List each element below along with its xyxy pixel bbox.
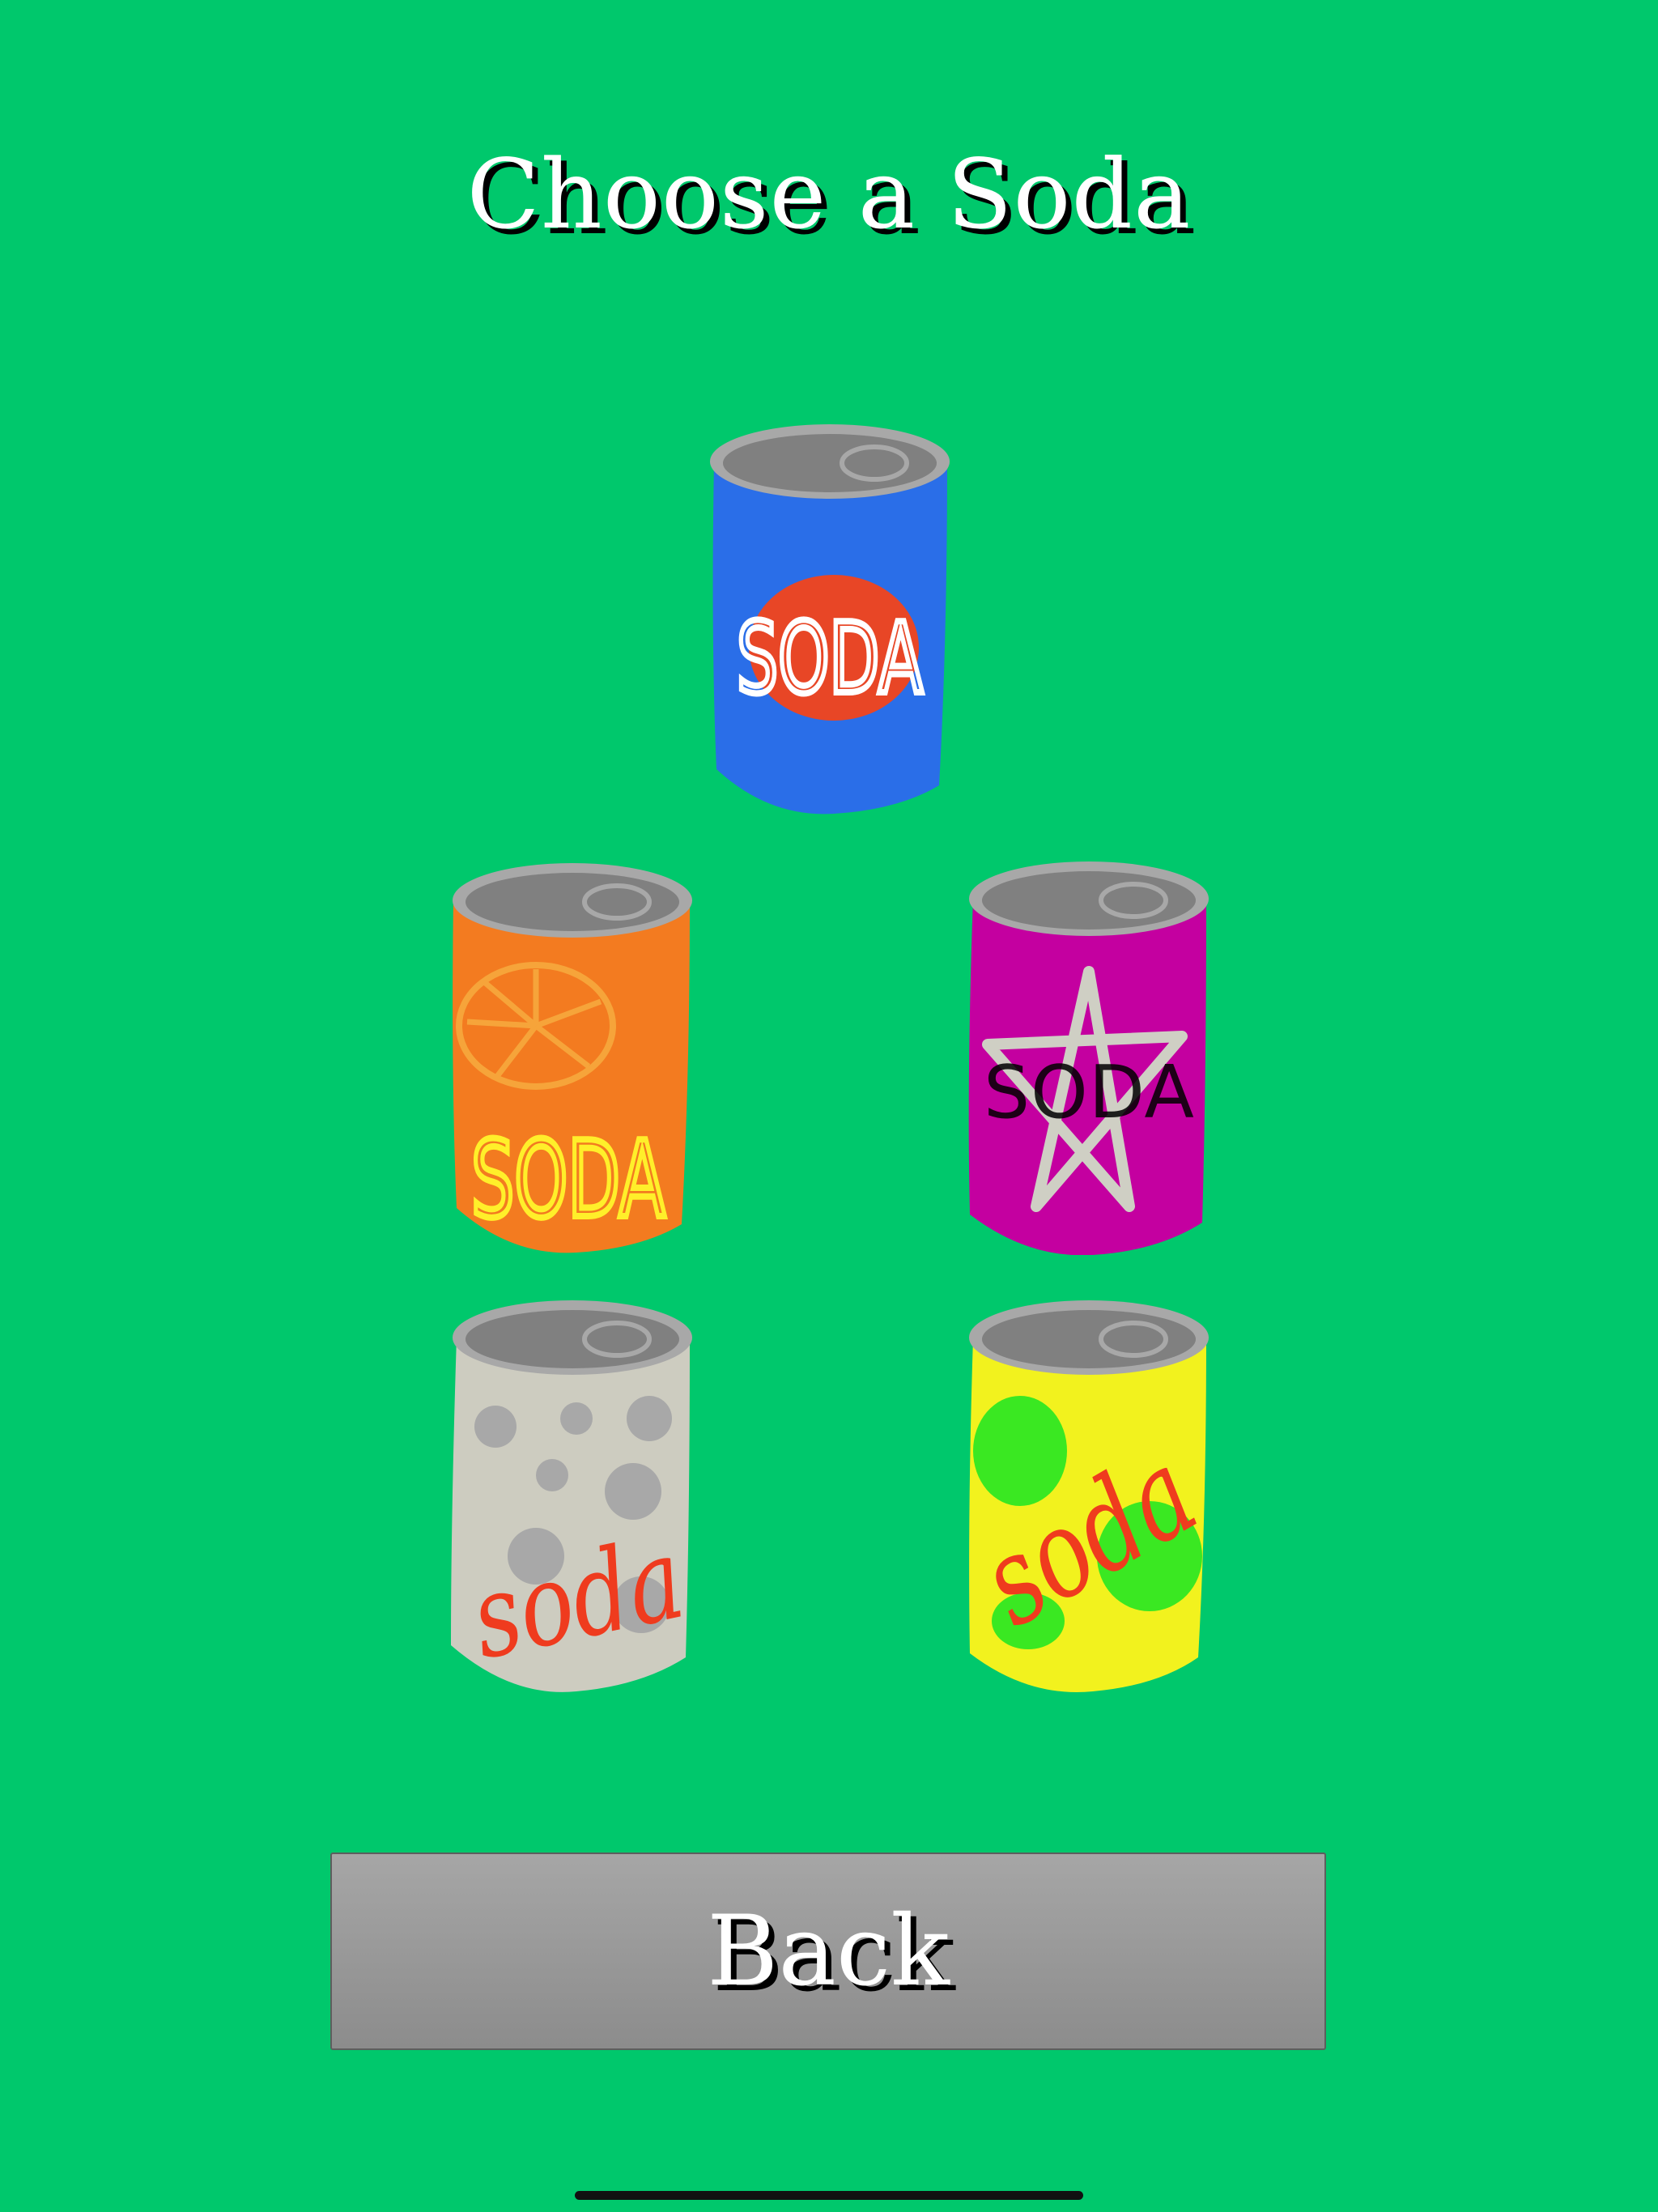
back-button[interactable]: Back: [330, 1853, 1326, 2050]
can-label: SODA: [471, 1118, 665, 1241]
orange-soda-can-icon: SODA: [453, 863, 692, 1253]
back-button-label: Back: [707, 1895, 950, 2008]
can-label: SODA: [984, 1050, 1194, 1135]
orange-soda-can-button[interactable]: SODA: [447, 852, 698, 1257]
star-soda-can-icon: SODA: [968, 861, 1209, 1255]
home-indicator[interactable]: [575, 2191, 1083, 2200]
can-label: SODA: [737, 603, 923, 716]
lemon-lime-soda-can-button[interactable]: soda: [963, 1289, 1214, 1694]
sparkling-soda-can-icon: soda: [451, 1300, 694, 1692]
sparkling-soda-can-button[interactable]: soda: [447, 1289, 698, 1694]
blue-cola-can-button[interactable]: SODA: [704, 413, 955, 818]
lemon-lime-soda-can-icon: soda: [963, 1300, 1214, 1693]
star-soda-can-button[interactable]: SODA: [963, 850, 1214, 1255]
page-title: Choose a Soda: [466, 138, 1192, 250]
blue-cola-can-icon: SODA: [710, 424, 950, 815]
